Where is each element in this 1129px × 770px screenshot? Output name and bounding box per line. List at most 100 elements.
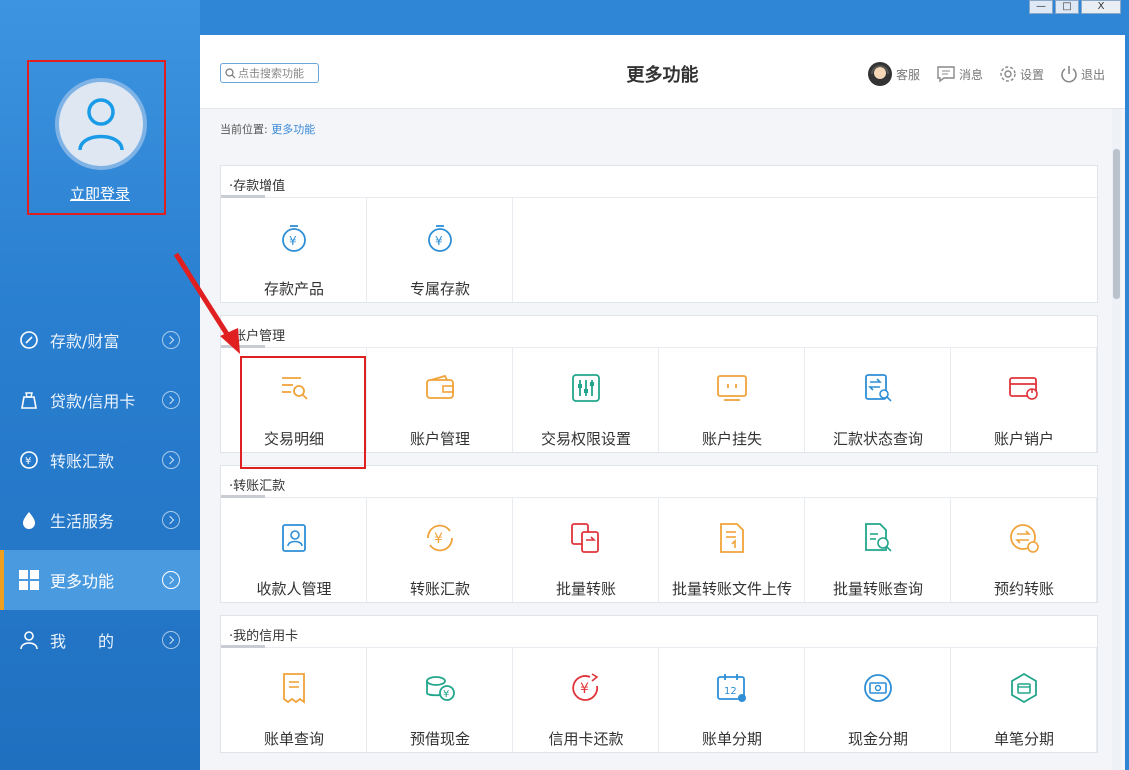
exchange-search-icon [865, 374, 892, 402]
document-search-icon [865, 523, 892, 552]
sidebar-item-loan[interactable]: 贷款/信用卡 [0, 370, 200, 430]
sidebar-item-mine[interactable]: 我 的 [0, 610, 200, 670]
tile-remittance-status[interactable]: 汇款状态查询 [805, 348, 951, 452]
tile-bill-installment[interactable]: 12 账单分期 [659, 648, 805, 752]
tile-account-close[interactable]: 账户销户 [951, 348, 1097, 452]
chevron-right-icon [162, 511, 180, 529]
tile-label: 账单分期 [701, 730, 762, 748]
yen-refresh-icon: ¥ [572, 673, 599, 701]
grid-icon [18, 569, 40, 591]
tile-cash-installment[interactable]: 现金分期 [805, 648, 951, 752]
tile-label: 批量转账文件上传 [671, 580, 792, 598]
breadcrumb-current[interactable]: 更多功能 [271, 123, 315, 136]
sidebar-item-label: 更多功能 [50, 572, 115, 591]
contact-card-icon [282, 524, 306, 552]
transfer-icon: ¥ [18, 449, 40, 471]
tile-label: 现金分期 [847, 730, 908, 748]
settings-label: 设置 [1019, 67, 1044, 82]
tile-label: 预约转账 [993, 580, 1054, 598]
highlight-transaction-detail [240, 356, 366, 469]
tile-exclusive-deposit[interactable]: ¥ 专属存款 [367, 198, 513, 302]
tile-label: 信用卡还款 [548, 730, 624, 748]
life-service-icon [18, 509, 40, 531]
message-label: 消息 [958, 67, 983, 82]
svg-text:¥: ¥ [434, 531, 443, 547]
wallet-icon [426, 374, 454, 399]
tile-label: 账户销户 [993, 430, 1054, 448]
chevron-right-icon [162, 631, 180, 649]
tile-batch-transfer[interactable]: 批量转账 [513, 498, 659, 602]
user-icon [18, 629, 40, 651]
svg-text:¥: ¥ [443, 689, 449, 700]
maximize-button[interactable]: □ [1055, 0, 1079, 14]
scrollbar-thumb[interactable] [1113, 149, 1120, 299]
sliders-icon [572, 374, 600, 402]
monitor-icon [717, 375, 747, 401]
receipt-icon [283, 673, 305, 704]
tile-account-loss-report[interactable]: 账户挂失 [659, 348, 805, 452]
sidebar-item-label: 转账汇款 [50, 452, 115, 471]
tile-payee-management[interactable]: 收款人管理 [221, 498, 367, 602]
cash-circle-icon [864, 674, 892, 702]
logout-label: 退出 [1080, 67, 1105, 82]
stopwatch-yen-icon: ¥ [428, 225, 452, 252]
tile-label: 账户挂失 [701, 430, 762, 448]
tile-label: 预借现金 [409, 730, 470, 748]
service-button[interactable]: 客服 [867, 61, 920, 87]
headset-icon [867, 62, 892, 86]
close-button[interactable]: X [1081, 0, 1121, 14]
loan-icon [18, 389, 40, 411]
tile-transfer-remit[interactable]: ¥ 转账汇款 [367, 498, 513, 602]
svg-text:¥: ¥ [435, 234, 443, 248]
clock-exchange-icon [1010, 524, 1039, 553]
coins-yen-icon: ¥ [426, 676, 455, 701]
settings-button[interactable]: 设置 [999, 61, 1044, 87]
sidebar-item-more[interactable]: 更多功能 [0, 550, 200, 610]
logout-button[interactable]: 退出 [1060, 61, 1105, 87]
minimize-button[interactable]: — [1029, 0, 1053, 14]
tile-account-management[interactable]: 账户管理 [367, 348, 513, 452]
section-title: ·账户管理 [221, 316, 1097, 348]
section-title: ·存款增值 [221, 166, 1097, 198]
breadcrumb-prefix: 当前位置: [220, 123, 268, 136]
card-power-icon [1009, 377, 1038, 400]
tile-batch-transfer-query[interactable]: 批量转账查询 [805, 498, 951, 602]
section-transfer: ·转账汇款 收款人管理 ¥ 转账汇款 批量转账 批量转账文件上传 批量转账查询 [220, 465, 1098, 603]
tile-label: 批量转账查询 [832, 580, 923, 598]
tile-label: 批量转账 [555, 580, 616, 598]
sidebar: 立即登录 存款/财富 贷款/信用卡 ¥ 转账汇款 生活服务 更多功能 我 的 [0, 0, 200, 770]
message-button[interactable]: 消息 [936, 61, 983, 87]
top-actions: 客服 消息 设置 退出 [867, 61, 1105, 87]
sidebar-nav: 存款/财富 贷款/信用卡 ¥ 转账汇款 生活服务 更多功能 我 的 [0, 310, 200, 670]
tile-batch-transfer-upload[interactable]: 批量转账文件上传 [659, 498, 805, 602]
scrollbar[interactable] [1112, 109, 1121, 770]
calendar-12-icon: 12 [717, 674, 746, 702]
tile-cash-advance[interactable]: ¥ 预借现金 [367, 648, 513, 752]
power-icon [1061, 66, 1077, 83]
svg-text:¥: ¥ [25, 456, 31, 467]
tile-label: 账户管理 [409, 430, 470, 448]
svg-text:¥: ¥ [580, 681, 589, 697]
tile-scheduled-transfer[interactable]: 预约转账 [951, 498, 1097, 602]
tile-label: 专属存款 [409, 280, 470, 298]
tile-single-installment[interactable]: 单笔分期 [951, 648, 1097, 752]
sidebar-item-label: 我 的 [50, 632, 115, 651]
sidebar-item-life-service[interactable]: 生活服务 [0, 490, 200, 550]
chevron-right-icon [162, 391, 180, 409]
documents-transfer-icon [571, 523, 599, 553]
breadcrumb: 当前位置: 更多功能 [220, 121, 315, 137]
hexagon-card-icon [1011, 672, 1037, 704]
tile-bill-query[interactable]: 账单查询 [221, 648, 367, 752]
sidebar-item-label: 存款/财富 [50, 332, 120, 351]
top-bar: 点击搜索功能 更多功能 客服 消息 设置 退出 [200, 35, 1125, 109]
service-label: 客服 [895, 67, 920, 82]
tile-transaction-permission[interactable]: 交易权限设置 [513, 348, 659, 452]
tile-label: 单笔分期 [993, 730, 1054, 748]
tile-credit-repayment[interactable]: ¥ 信用卡还款 [513, 648, 659, 752]
sidebar-item-transfer[interactable]: ¥ 转账汇款 [0, 430, 200, 490]
message-icon [937, 66, 955, 83]
gear-icon [1000, 66, 1016, 82]
tile-label: 账单查询 [263, 730, 324, 748]
svg-text:¥: ¥ [289, 234, 297, 248]
window-controls: — □ X [1029, 0, 1121, 14]
